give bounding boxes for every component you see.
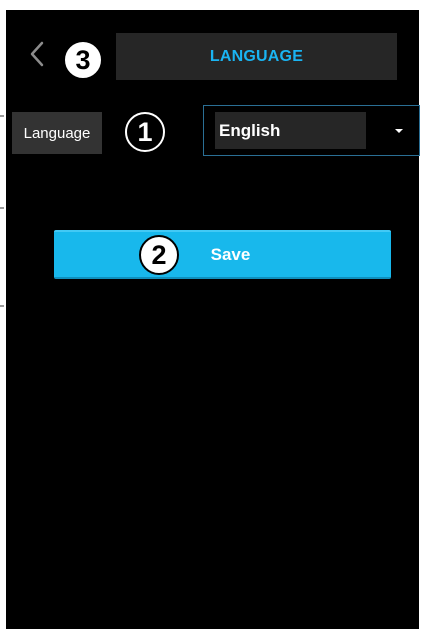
language-label: Language — [12, 112, 102, 154]
caret-down-icon — [395, 129, 403, 133]
chevron-left-icon — [30, 41, 44, 67]
language-select[interactable]: English — [203, 105, 420, 156]
save-button[interactable]: Save — [54, 230, 391, 279]
page: LANGUAGE Language English Save 1 2 3 — [0, 0, 435, 635]
page-title: LANGUAGE — [209, 47, 304, 65]
callout-2: 2 — [139, 235, 179, 275]
back-button[interactable] — [24, 36, 50, 72]
phone-screen — [6, 10, 419, 629]
edge-tick — [0, 207, 4, 209]
language-select-value-box: English — [215, 112, 366, 149]
edge-tick — [0, 305, 4, 307]
callout-3: 3 — [63, 40, 103, 80]
language-select-value: English — [219, 120, 281, 140]
callout-1: 1 — [125, 112, 165, 152]
edge-tick — [0, 115, 4, 117]
title-bar: LANGUAGE — [116, 33, 397, 80]
save-button-label: Save — [210, 244, 251, 264]
